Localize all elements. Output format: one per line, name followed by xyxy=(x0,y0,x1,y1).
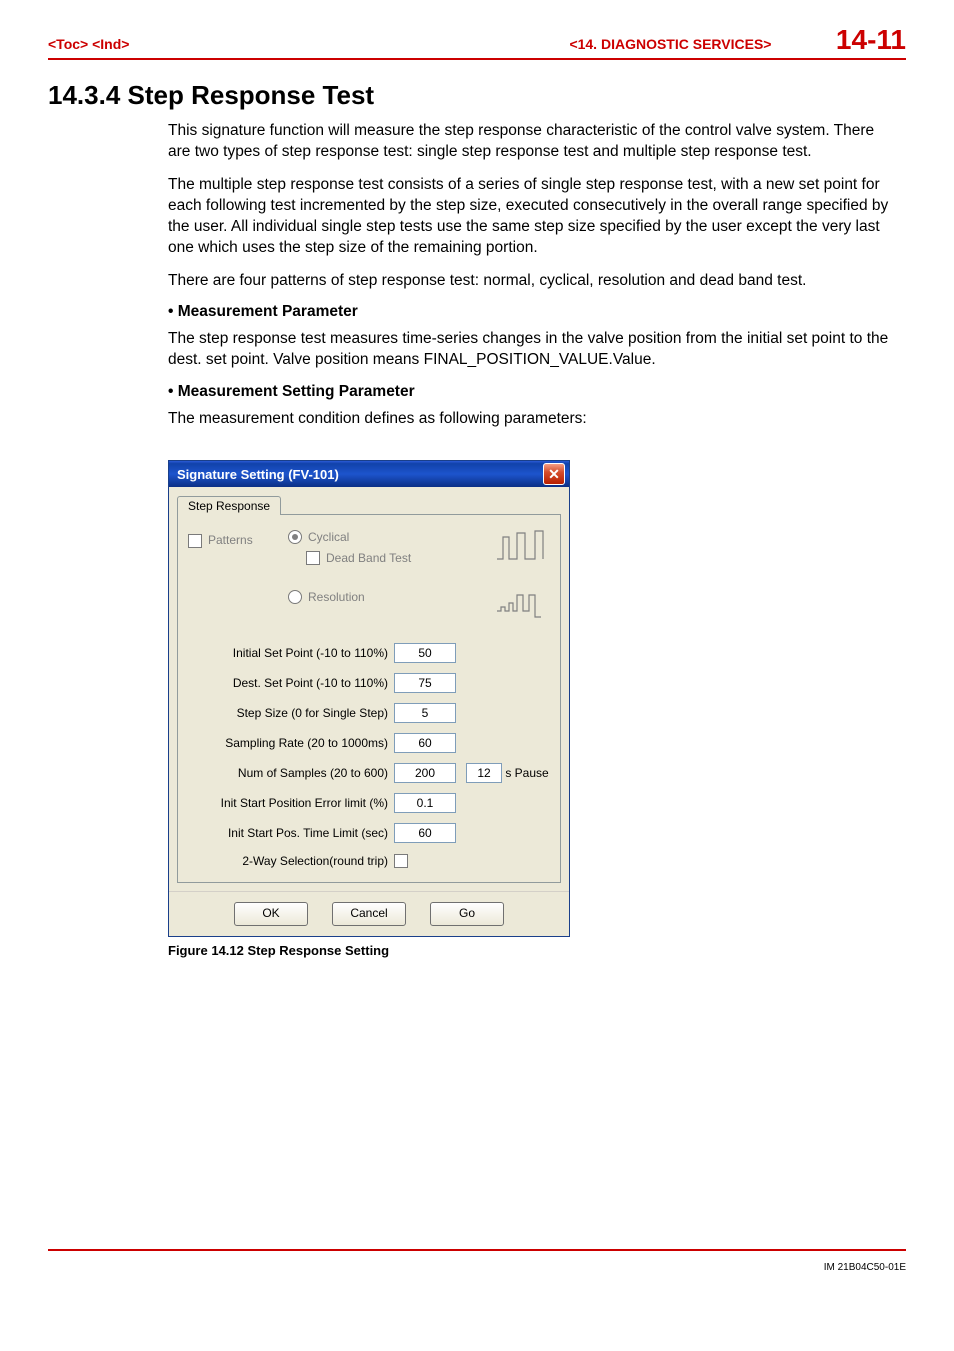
input-pause[interactable]: 12 xyxy=(466,763,502,783)
paragraph-1: This signature function will measure the… xyxy=(168,121,896,163)
cyclical-preview-icon xyxy=(495,529,545,565)
header-left[interactable]: <Toc> <Ind> xyxy=(48,36,129,52)
signature-setting-dialog: Signature Setting (FV-101) ✕ Step Respon… xyxy=(168,460,570,937)
checkbox-two-way[interactable] xyxy=(394,854,408,868)
go-button[interactable]: Go xyxy=(430,902,504,926)
label-step-size: Step Size (0 for Single Step) xyxy=(188,706,394,720)
cancel-button[interactable]: Cancel xyxy=(332,902,406,926)
dialog-title: Signature Setting (FV-101) xyxy=(177,467,339,482)
page-header: <Toc> <Ind> <14. DIAGNOSTIC SERVICES> 14… xyxy=(48,24,906,60)
pattern-preview xyxy=(490,529,550,619)
row-step-size: Step Size (0 for Single Step) 5 xyxy=(188,703,550,723)
bullet-measurement-parameter: Measurement Parameter xyxy=(168,303,906,321)
bullet-measurement-setting-parameter: Measurement Setting Parameter xyxy=(168,383,906,401)
dead-band-check-row[interactable]: Dead Band Test xyxy=(306,550,480,565)
input-init-time-limit[interactable]: 60 xyxy=(394,823,456,843)
dead-band-checkbox[interactable] xyxy=(306,551,320,565)
input-sampling-rate[interactable]: 60 xyxy=(394,733,456,753)
cyclical-radio-row[interactable]: Cyclical xyxy=(288,529,480,544)
label-init-time-limit: Init Start Pos. Time Limit (sec) xyxy=(188,826,394,840)
resolution-radio[interactable] xyxy=(288,590,302,604)
dialog-button-row: OK Cancel Go xyxy=(169,891,569,936)
patterns-group: Patterns Cyclical Dead Band Test xyxy=(188,529,550,619)
figure-caption: Figure 14.12 Step Response Setting xyxy=(168,943,906,958)
patterns-checkbox[interactable] xyxy=(188,534,202,548)
cyclical-label: Cyclical xyxy=(308,530,349,544)
page-number: 14-11 xyxy=(836,24,906,55)
row-init-time-limit: Init Start Pos. Time Limit (sec) 60 xyxy=(188,823,550,843)
section-title: 14.3.4 Step Response Test xyxy=(48,80,906,111)
input-dest-set-point[interactable]: 75 xyxy=(394,673,456,693)
close-icon: ✕ xyxy=(548,467,560,481)
input-initial-set-point[interactable]: 50 xyxy=(394,643,456,663)
dead-band-label: Dead Band Test xyxy=(326,551,411,565)
paragraph-3: There are four patterns of step response… xyxy=(168,271,896,292)
label-sampling-rate: Sampling Rate (20 to 1000ms) xyxy=(188,736,394,750)
footer-id: IM 21B04C50-01E xyxy=(824,1262,906,1273)
label-init-err-limit: Init Start Position Error limit (%) xyxy=(188,796,394,810)
row-initial-set-point: Initial Set Point (-10 to 110%) 50 xyxy=(188,643,550,663)
dialog-title-bar[interactable]: Signature Setting (FV-101) ✕ xyxy=(169,461,569,487)
row-init-err-limit: Init Start Position Error limit (%) 0.1 xyxy=(188,793,550,813)
resolution-radio-row[interactable]: Resolution xyxy=(288,589,480,604)
label-pause-suffix: s Pause xyxy=(505,766,548,780)
close-button[interactable]: ✕ xyxy=(543,463,565,485)
tab-page: Patterns Cyclical Dead Band Test xyxy=(177,514,561,883)
resolution-label: Resolution xyxy=(308,590,365,604)
row-sampling-rate: Sampling Rate (20 to 1000ms) 60 xyxy=(188,733,550,753)
input-init-err-limit[interactable]: 0.1 xyxy=(394,793,456,813)
row-two-way: 2-Way Selection(round trip) xyxy=(188,853,550,868)
paragraph-5: The measurement condition defines as fol… xyxy=(168,409,896,430)
ok-button[interactable]: OK xyxy=(234,902,308,926)
input-step-size[interactable]: 5 xyxy=(394,703,456,723)
resolution-preview-icon xyxy=(495,589,545,619)
tab-step-response[interactable]: Step Response xyxy=(177,496,281,515)
label-dest-set-point: Dest. Set Point (-10 to 110%) xyxy=(188,676,394,690)
cyclical-radio[interactable] xyxy=(288,530,302,544)
row-num-samples: Num of Samples (20 to 600) 200 12 s Paus… xyxy=(188,763,550,783)
label-two-way: 2-Way Selection(round trip) xyxy=(188,854,394,868)
input-num-samples[interactable]: 200 xyxy=(394,763,456,783)
patterns-label: Patterns xyxy=(208,533,253,547)
label-initial-set-point: Initial Set Point (-10 to 110%) xyxy=(188,646,394,660)
patterns-checkbox-row[interactable]: Patterns xyxy=(188,529,278,619)
tab-strip: Step Response xyxy=(169,487,569,514)
label-num-samples: Num of Samples (20 to 600) xyxy=(188,766,394,780)
paragraph-2: The multiple step response test consists… xyxy=(168,175,896,259)
paragraph-4: The step response test measures time-ser… xyxy=(168,329,896,371)
footer-rule xyxy=(48,1249,906,1251)
header-chapter[interactable]: <14. DIAGNOSTIC SERVICES> xyxy=(569,36,771,52)
row-dest-set-point: Dest. Set Point (-10 to 110%) 75 xyxy=(188,673,550,693)
